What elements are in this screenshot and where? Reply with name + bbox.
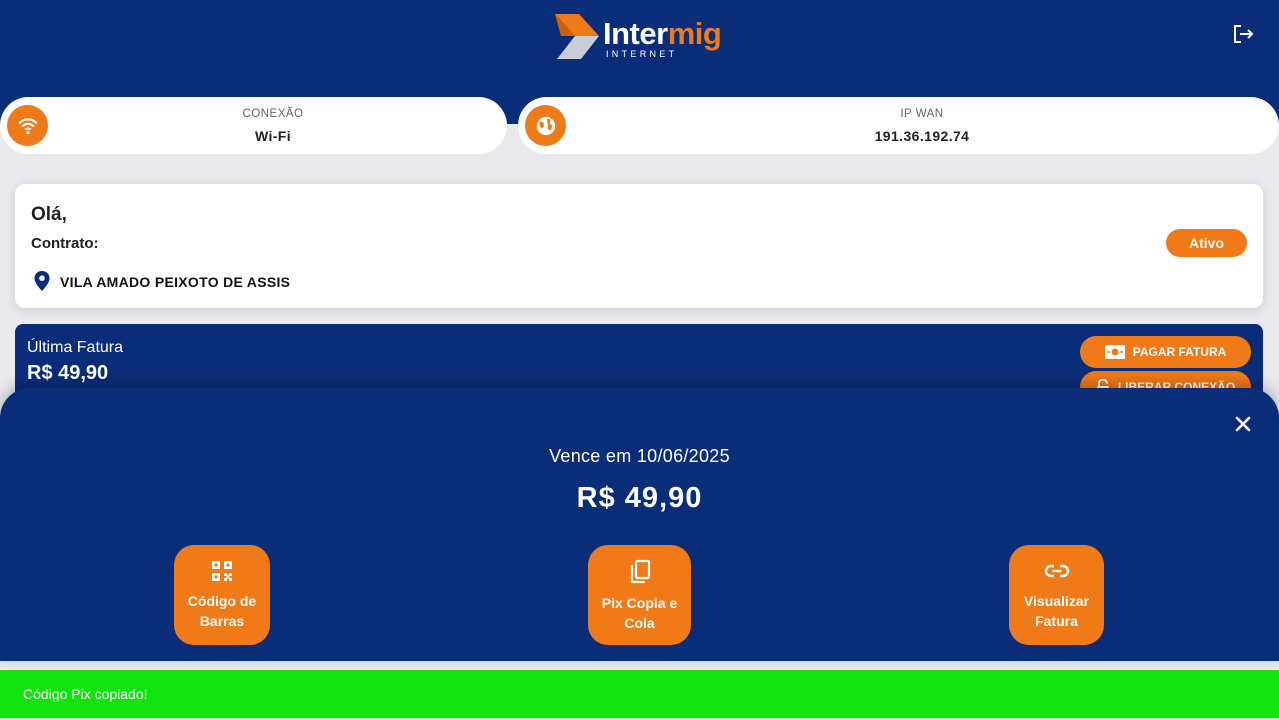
toast-snackbar: Código Pix copiado! (0, 670, 1279, 718)
logo-wordmark: Intermig (603, 16, 722, 51)
logout-button[interactable] (1231, 22, 1255, 46)
toast-message: Código Pix copiado! (23, 686, 148, 702)
barcode-button-label: Código de Barras (187, 593, 257, 629)
pix-copy-paste-button[interactable]: Pix Copia e Cola (588, 545, 691, 645)
view-invoice-button[interactable]: Visualizar Fatura (1009, 545, 1104, 645)
pay-invoice-label: PAGAR FATURA (1132, 345, 1227, 359)
connection-card: CONEXÃO Wi-Fi (0, 97, 507, 154)
copy-icon (630, 559, 650, 584)
barcode-button[interactable]: Código de Barras (174, 545, 270, 645)
view-invoice-label: Visualizar Fatura (1023, 593, 1090, 629)
link-icon (1044, 564, 1069, 578)
last-invoice-amount: R$ 49,90 (27, 362, 109, 384)
client-card: Olá, Contrato: Ativo VILA AMADO PEIXOTO … (15, 184, 1263, 308)
pix-copy-paste-label: Pix Copia e Cola (601, 595, 678, 631)
last-invoice-title: Última Fatura (27, 339, 124, 356)
address-text: VILA AMADO PEIXOTO DE ASSIS (60, 274, 291, 290)
location-pin-icon (34, 271, 50, 291)
wan-caption: IP WAN (900, 108, 944, 120)
wan-ip-card: IP WAN 191.36.192.74 (518, 97, 1279, 154)
invoice-bottom-sheet: Vence em 10/06/2025 R$ 49,90 Código de B… (0, 388, 1279, 661)
wan-ip-value: 191.36.192.74 (874, 128, 970, 144)
status-badge: Ativo (1166, 229, 1247, 257)
invoice-amount: R$ 49,90 (576, 482, 703, 514)
close-icon (1235, 416, 1251, 432)
qr-code-icon (212, 561, 232, 581)
contract-label: Contrato: (31, 235, 99, 252)
close-sheet-button[interactable] (1233, 414, 1253, 434)
logo-subtext: INTERNET (606, 49, 678, 59)
greeting: Olá, (31, 204, 67, 225)
pay-invoice-button[interactable]: PAGAR FATURA (1080, 336, 1251, 368)
connection-value: Wi-Fi (254, 128, 292, 144)
logo-mark-icon (555, 14, 599, 59)
connection-caption: CONEXÃO (242, 108, 304, 120)
due-date-text: Vence em 10/06/2025 (549, 446, 730, 466)
intermig-logo: Intermig INTERNET (555, 14, 725, 60)
money-icon (1104, 345, 1125, 359)
logout-icon (1234, 25, 1254, 43)
